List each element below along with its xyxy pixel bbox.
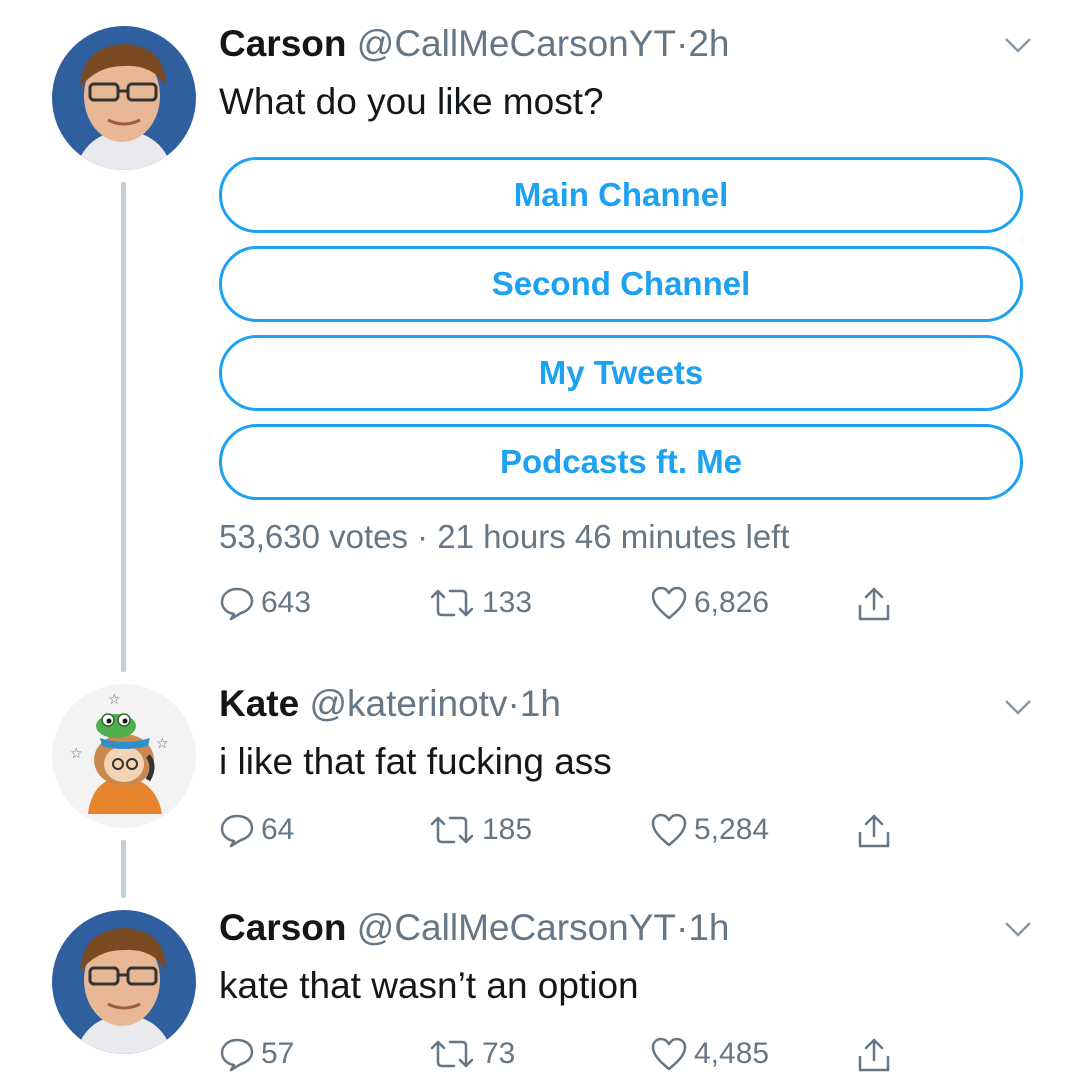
reply-icon: [220, 814, 254, 848]
tweet-kate-reply[interactable]: ☆ ☆ ☆ Kate @katerinotv·1h i like that fa…: [0, 680, 1080, 900]
display-name[interactable]: Carson: [219, 23, 346, 64]
chevron-down-icon[interactable]: [1004, 920, 1032, 938]
reply-count: 64: [261, 813, 295, 846]
poll-option-podcasts[interactable]: Podcasts ft. Me: [219, 424, 1023, 500]
retweet-icon: [430, 816, 474, 844]
retweet-icon: [430, 1040, 474, 1068]
retweet-icon: [430, 589, 474, 617]
poll-option-my-tweets[interactable]: My Tweets: [219, 335, 1023, 411]
like-button[interactable]: 6,826: [650, 585, 769, 621]
reply-icon: [220, 587, 254, 621]
user-handle[interactable]: @katerinotv: [309, 683, 507, 724]
user-handle[interactable]: @CallMeCarsonYT: [357, 907, 676, 948]
tweet-carson-reply[interactable]: Carson @CallMeCarsonYT·1h kate that wasn…: [0, 900, 1080, 1092]
like-count: 6,826: [694, 586, 770, 619]
tweet-header: Carson @CallMeCarsonYT·1h: [219, 906, 730, 950]
chevron-down-icon[interactable]: [1004, 698, 1032, 716]
svg-text:☆: ☆: [156, 736, 169, 752]
timestamp[interactable]: 1h: [688, 907, 729, 948]
heart-icon: [651, 586, 687, 620]
timestamp[interactable]: 2h: [688, 23, 729, 64]
tweet-header: Carson @CallMeCarsonYT·2h: [219, 22, 730, 66]
share-button[interactable]: [856, 585, 892, 623]
like-button[interactable]: 4,485: [650, 1036, 769, 1072]
reply-button[interactable]: 64: [219, 812, 294, 848]
share-button[interactable]: [856, 812, 892, 850]
avatar-carson[interactable]: [52, 26, 196, 170]
svg-text:☆: ☆: [70, 746, 83, 762]
share-icon: [858, 1038, 890, 1072]
separator-dot: ·: [676, 23, 689, 64]
like-button[interactable]: 5,284: [650, 812, 769, 848]
heart-icon: [651, 813, 687, 847]
retweet-button[interactable]: 73: [428, 1036, 515, 1072]
reply-button[interactable]: 57: [219, 1036, 294, 1072]
display-name[interactable]: Carson: [219, 907, 346, 948]
retweet-count: 73: [482, 1037, 516, 1070]
tweet-carson-poll[interactable]: Carson @CallMeCarsonYT·2h What do you li…: [0, 0, 1080, 680]
reply-count: 643: [261, 586, 312, 619]
retweet-button[interactable]: 133: [428, 585, 532, 621]
poll-option-second-channel[interactable]: Second Channel: [219, 246, 1023, 322]
avatar-carson[interactable]: [52, 910, 196, 1054]
reply-icon: [220, 1038, 254, 1072]
retweet-button[interactable]: 185: [428, 812, 532, 848]
poll-vote-summary: 53,630 votes · 21 hours 46 minutes left: [219, 518, 790, 555]
heart-icon: [651, 1037, 687, 1071]
tweet-header: Kate @katerinotv·1h: [219, 682, 561, 726]
share-icon: [858, 587, 890, 621]
tweet-text: What do you like most?: [219, 81, 604, 122]
retweet-count: 133: [482, 586, 533, 619]
reply-count: 57: [261, 1037, 295, 1070]
timestamp[interactable]: 1h: [520, 683, 561, 724]
retweet-count: 185: [482, 813, 533, 846]
share-icon: [858, 814, 890, 848]
avatar-kate[interactable]: ☆ ☆ ☆: [52, 684, 196, 828]
separator-dot: ·: [676, 907, 689, 948]
display-name[interactable]: Kate: [219, 683, 299, 724]
svg-text:☆: ☆: [108, 692, 121, 708]
separator-dot: ·: [507, 683, 520, 724]
share-button[interactable]: [856, 1036, 892, 1074]
tweet-text: i like that fat fucking ass: [219, 741, 612, 782]
reply-button[interactable]: 643: [219, 585, 311, 621]
user-handle[interactable]: @CallMeCarsonYT: [357, 23, 676, 64]
like-count: 4,485: [694, 1037, 770, 1070]
poll-option-main-channel[interactable]: Main Channel: [219, 157, 1023, 233]
like-count: 5,284: [694, 813, 770, 846]
chevron-down-icon[interactable]: [1004, 36, 1032, 54]
tweet-text: kate that wasn’t an option: [219, 965, 639, 1006]
